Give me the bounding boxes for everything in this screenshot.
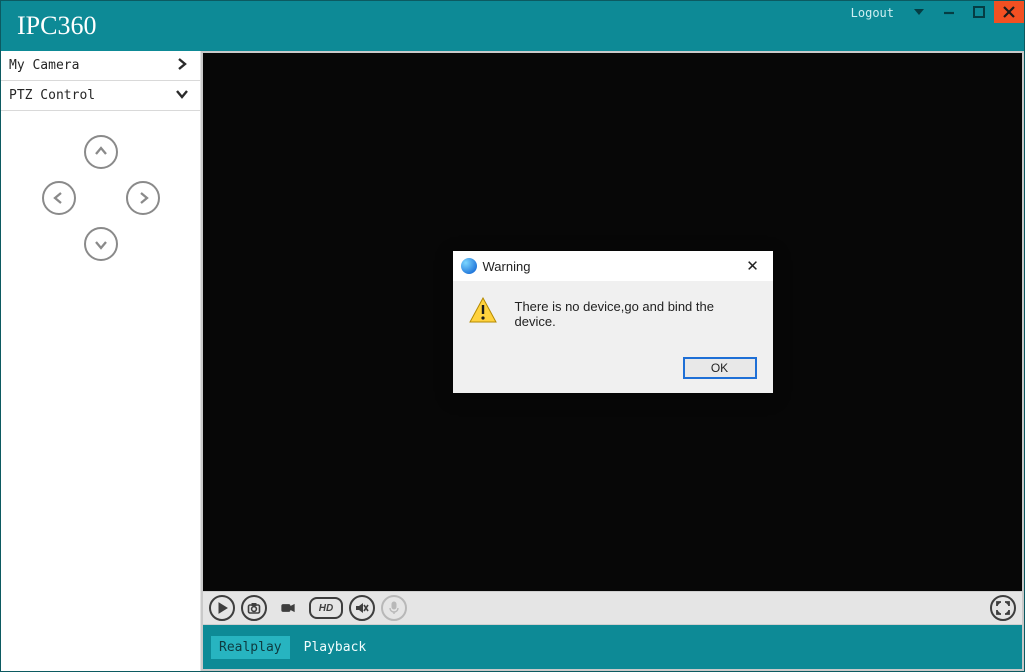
sidebar-item-label: My Camera <box>9 58 79 73</box>
content-area: Warning ✕ There is <box>201 51 1024 671</box>
dialog-ok-button[interactable]: OK <box>683 357 757 379</box>
window-controls: Logout <box>851 1 1024 23</box>
minimize-button[interactable] <box>934 1 964 23</box>
ptz-pad <box>1 111 200 267</box>
ptz-right-button[interactable] <box>126 181 160 215</box>
snapshot-button[interactable] <box>241 595 267 621</box>
video-viewport[interactable]: Warning ✕ There is <box>203 53 1022 591</box>
mic-button[interactable] <box>381 595 407 621</box>
close-button[interactable] <box>994 1 1024 23</box>
app-title: IPC360 <box>1 1 96 41</box>
sidebar-item-my-camera[interactable]: My Camera <box>1 51 200 81</box>
dialog-titlebar: Warning ✕ <box>453 251 773 281</box>
hd-button[interactable]: HD <box>309 597 343 619</box>
dialog-body: There is no device,go and bind the devic… <box>453 281 773 393</box>
tab-playback[interactable]: Playback <box>296 636 375 659</box>
logout-link[interactable]: Logout <box>851 4 904 20</box>
ptz-up-button[interactable] <box>84 135 118 169</box>
chevron-right-icon <box>174 57 190 75</box>
sidebar: My Camera PTZ Control <box>1 51 201 671</box>
dialog-message: There is no device,go and bind the devic… <box>515 297 757 329</box>
ptz-left-button[interactable] <box>42 181 76 215</box>
warning-icon <box>469 297 497 323</box>
tab-realplay[interactable]: Realplay <box>211 636 290 659</box>
titlebar: IPC360 Logout <box>1 1 1024 51</box>
mute-button[interactable] <box>349 595 375 621</box>
chevron-down-icon <box>174 87 190 105</box>
main-area: My Camera PTZ Control <box>1 51 1024 671</box>
dialog-title: Warning <box>483 259 735 274</box>
warning-dialog: Warning ✕ There is <box>453 251 773 393</box>
app-window: IPC360 Logout My Camera <box>0 0 1025 672</box>
mode-tabs: Realplay Playback <box>203 625 1022 669</box>
fullscreen-button[interactable] <box>990 595 1016 621</box>
play-button[interactable] <box>209 595 235 621</box>
globe-icon <box>461 258 477 274</box>
record-button[interactable] <box>273 595 303 621</box>
video-toolbar: HD <box>203 591 1022 625</box>
sidebar-item-label: PTZ Control <box>9 88 95 103</box>
dialog-close-button[interactable]: ✕ <box>741 257 765 275</box>
sidebar-item-ptz-control[interactable]: PTZ Control <box>1 81 200 111</box>
ptz-down-button[interactable] <box>84 227 118 261</box>
dropdown-icon[interactable] <box>904 1 934 23</box>
maximize-button[interactable] <box>964 1 994 23</box>
